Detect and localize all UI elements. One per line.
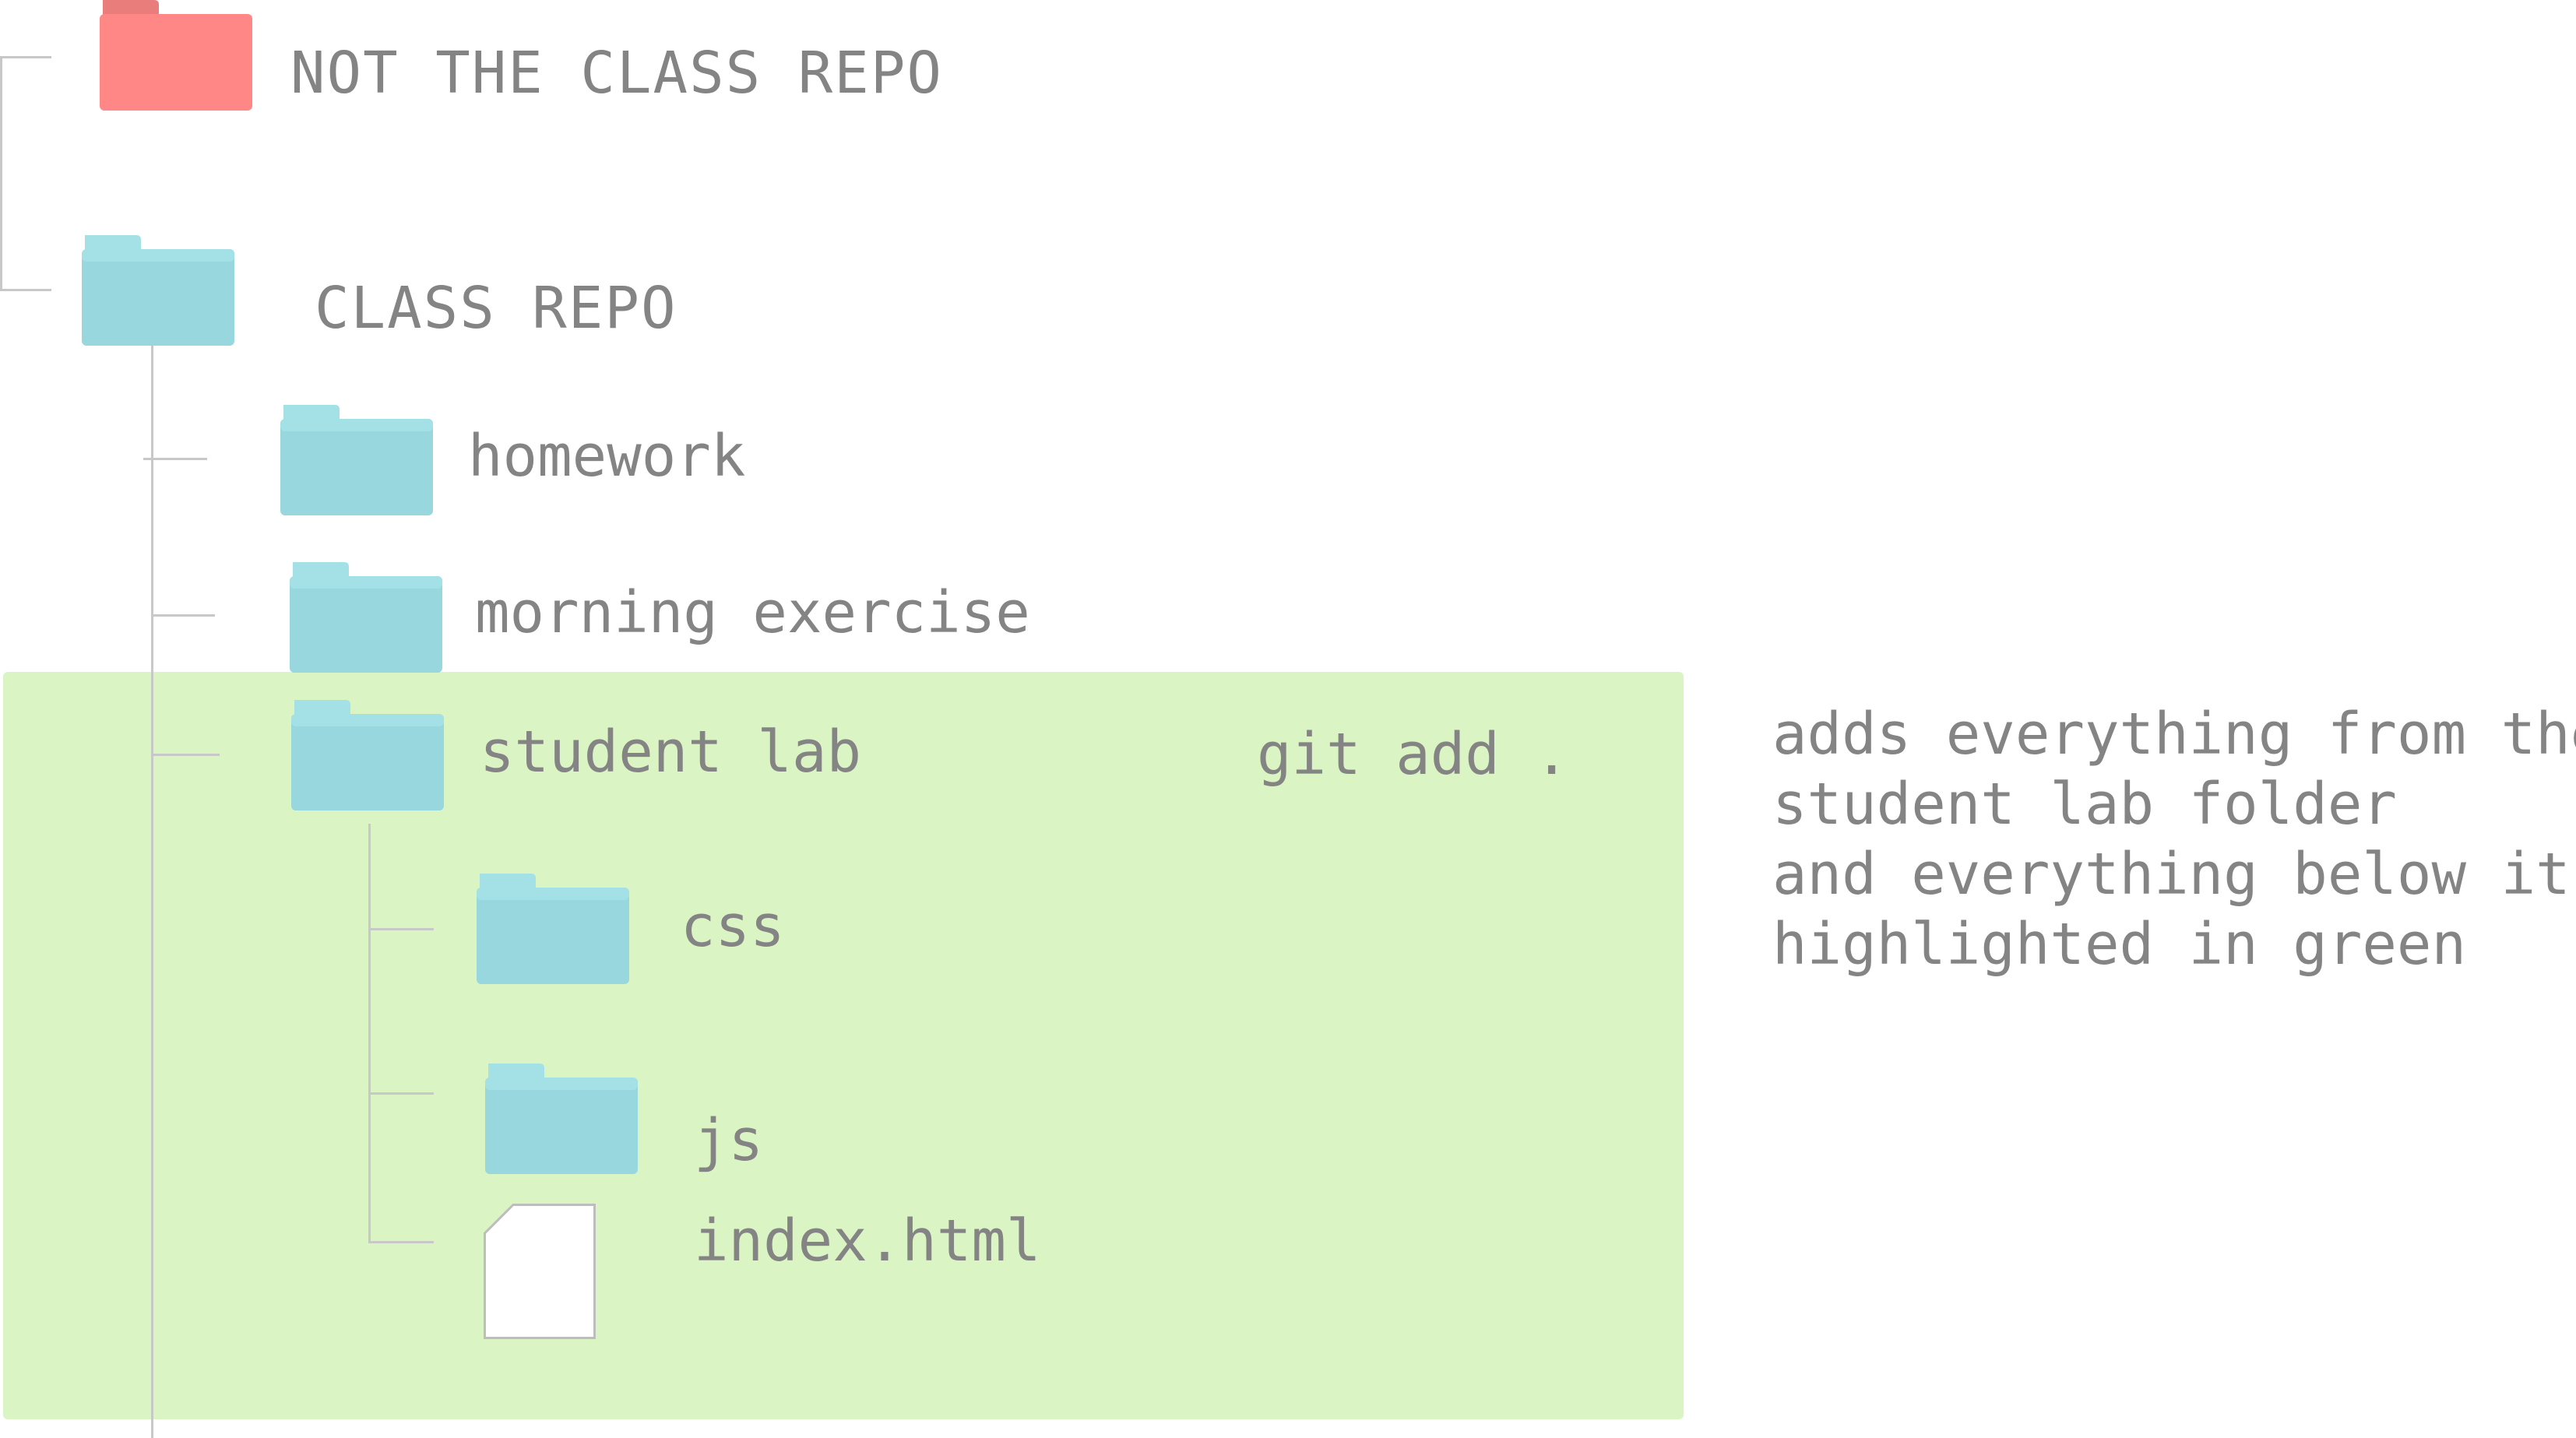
folder-icon[interactable] [82, 235, 234, 346]
index-html-branch-line [368, 1241, 434, 1243]
annotation-line: adds everything from the [1772, 701, 2576, 768]
homework-branch-line [143, 458, 207, 460]
bracket-connector-top [0, 56, 51, 58]
index-html-label: index.html [694, 1208, 1041, 1275]
folder-icon[interactable] [485, 1064, 638, 1174]
not-class-repo-label: NOT THE CLASS REPO [290, 40, 943, 107]
folder-icon[interactable] [290, 562, 442, 673]
homework-label: homework [468, 423, 746, 490]
css-branch-line [368, 928, 434, 930]
morning-exercise-label: morning exercise [475, 579, 1030, 646]
js-label: js [694, 1107, 764, 1174]
folder-icon[interactable] [100, 0, 252, 111]
class-repo-trunk-line [151, 344, 153, 1438]
folder-icon[interactable] [280, 405, 433, 515]
morning-exercise-branch-line [151, 614, 215, 617]
folder-icon[interactable] [291, 700, 444, 810]
annotation-line: student lab folder [1772, 771, 2397, 838]
student-lab-branch-line [151, 754, 220, 756]
git-add-command: git add . [1257, 721, 1569, 788]
annotation-note: adds everything from the student lab fol… [1772, 699, 2576, 979]
css-label: css [681, 893, 785, 960]
annotation-line: highlighted in green [1772, 911, 2467, 978]
file-icon[interactable] [484, 1204, 596, 1339]
annotation-line: and everything below it [1772, 841, 2571, 908]
folder-icon[interactable] [477, 874, 629, 984]
js-branch-line [368, 1092, 434, 1095]
class-repo-label: CLASS REPO [315, 275, 677, 342]
student-lab-trunk-line [368, 824, 371, 1243]
bracket-connector-bottom [0, 289, 51, 291]
student-lab-label: student lab [480, 719, 862, 786]
bracket-connector-vertical [0, 56, 2, 291]
